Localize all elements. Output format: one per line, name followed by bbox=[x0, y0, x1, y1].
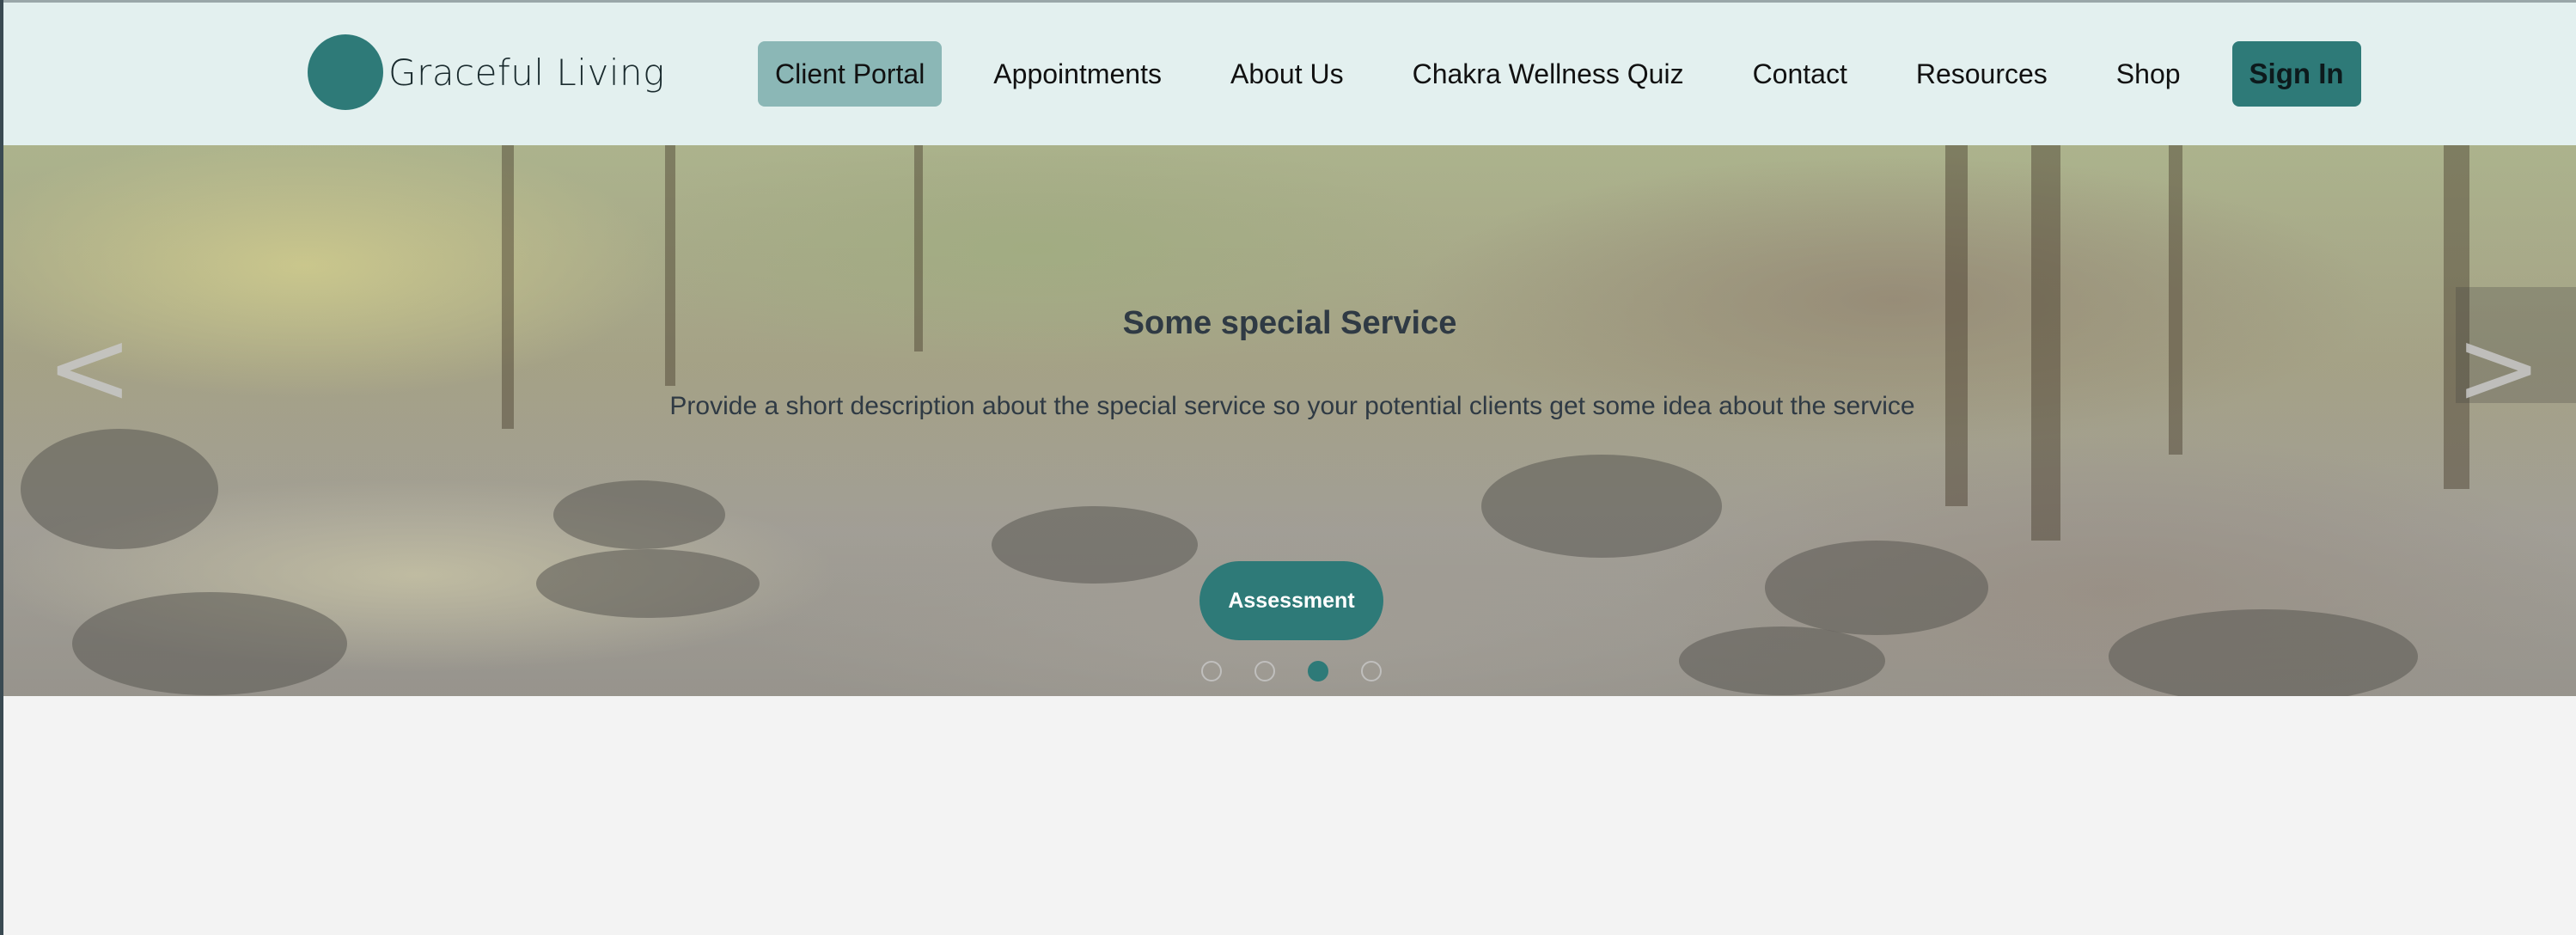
background-tree bbox=[665, 145, 675, 386]
logo-circle-icon bbox=[308, 34, 383, 110]
background-rock bbox=[21, 429, 218, 549]
carousel-dot-3[interactable] bbox=[1308, 661, 1328, 681]
sign-in-button[interactable]: Sign In bbox=[2231, 41, 2361, 107]
nav-contact[interactable]: Contact bbox=[1736, 41, 1865, 107]
background-tree bbox=[2169, 145, 2182, 455]
background-tree bbox=[2031, 145, 2060, 541]
nav-appointments[interactable]: Appointments bbox=[976, 41, 1179, 107]
carousel-dot-2[interactable] bbox=[1254, 661, 1275, 681]
brand-logo[interactable]: Graceful Living bbox=[308, 34, 665, 111]
background-rock bbox=[2109, 609, 2418, 696]
carousel-dot-1[interactable] bbox=[1201, 661, 1222, 681]
hero-carousel: < > Some special Service Provide a short… bbox=[3, 145, 2576, 696]
brand-name: Graceful Living bbox=[388, 51, 665, 94]
nav-client-portal[interactable]: Client Portal bbox=[758, 41, 943, 107]
assessment-button[interactable]: Assessment bbox=[1199, 561, 1383, 640]
background-rock bbox=[1481, 455, 1722, 558]
nav-about-us[interactable]: About Us bbox=[1213, 41, 1361, 107]
hero-description: Provide a short description about the sp… bbox=[669, 392, 1915, 420]
main-nav: Client Portal Appointments About Us Chak… bbox=[758, 41, 2361, 107]
hero-title: Some special Service bbox=[1122, 305, 1457, 341]
background-rock bbox=[553, 480, 725, 549]
background-rock bbox=[1765, 541, 1988, 635]
background-rock bbox=[72, 592, 347, 695]
navbar: Graceful Living Client Portal Appointmen… bbox=[3, 3, 2576, 145]
background-rock bbox=[992, 506, 1198, 584]
carousel-indicators bbox=[1201, 661, 1414, 681]
background-rock bbox=[1679, 626, 1885, 695]
nav-shop[interactable]: Shop bbox=[2099, 41, 2198, 107]
nav-resources[interactable]: Resources bbox=[1899, 41, 2065, 107]
background-rock bbox=[536, 549, 760, 618]
background-tree bbox=[502, 145, 514, 429]
nav-chakra-wellness-quiz[interactable]: Chakra Wellness Quiz bbox=[1395, 41, 1701, 107]
carousel-dot-4[interactable] bbox=[1361, 661, 1382, 681]
